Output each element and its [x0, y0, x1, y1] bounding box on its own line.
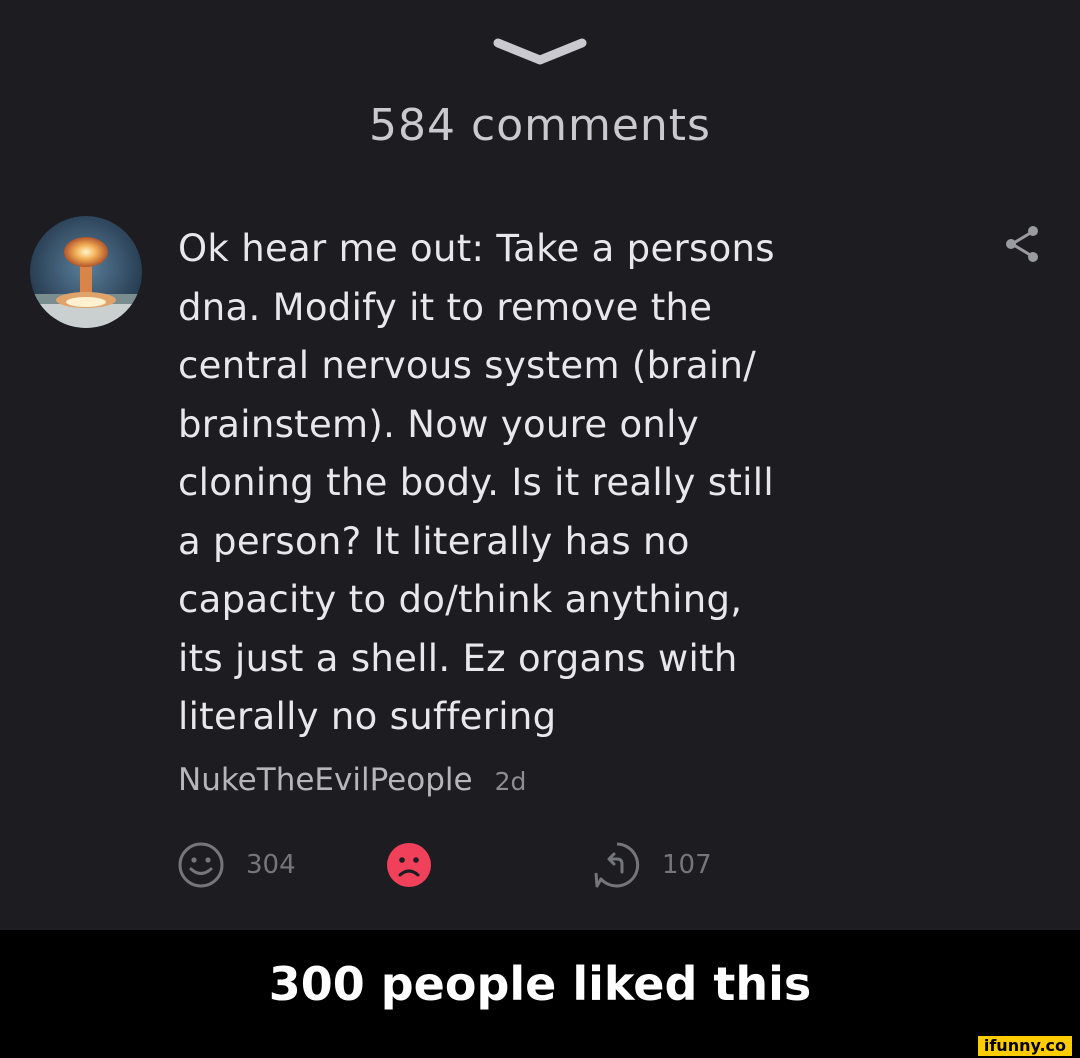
user-avatar[interactable] — [30, 216, 142, 328]
comments-count: 584 comments — [369, 100, 711, 151]
reply-icon — [592, 840, 642, 890]
ifunny-watermark: ifunny.co — [977, 1036, 1072, 1056]
chevron-down-icon[interactable] — [490, 34, 590, 70]
like-count: 304 — [246, 850, 296, 880]
comment-age: 2d — [494, 767, 527, 796]
comment-meta: NukeTheEvilPeople 2d — [178, 762, 526, 806]
like-button[interactable]: 304 — [176, 840, 296, 890]
comments-panel: 584 comments Ok hear me out: Take a pers… — [0, 0, 1080, 930]
comment-body: Ok hear me out: Take a persons dna. Modi… — [178, 227, 775, 738]
frown-icon — [384, 840, 434, 890]
comment-author[interactable]: NukeTheEvilPeople — [178, 762, 473, 798]
share-icon[interactable] — [1000, 222, 1044, 266]
smile-icon — [176, 840, 226, 890]
dislike-button[interactable] — [384, 840, 434, 890]
reply-count: 107 — [662, 850, 712, 880]
meme-caption: 300 people liked this — [268, 957, 812, 1011]
reply-button[interactable]: 107 — [592, 840, 712, 890]
